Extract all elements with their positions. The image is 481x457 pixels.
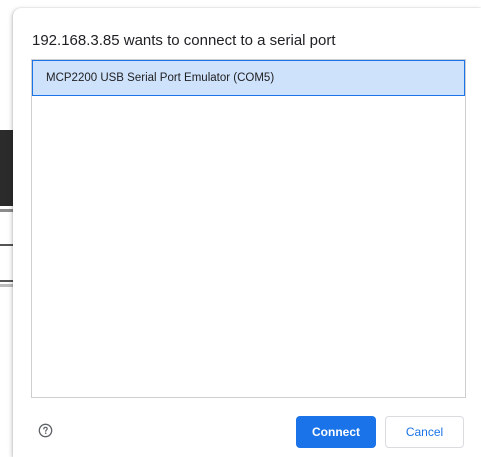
- serial-port-list[interactable]: MCP2200 USB Serial Port Emulator (COM5): [31, 59, 466, 398]
- help-circle-icon: [38, 423, 52, 437]
- screen: 192.168.3.85 wants to connect to a seria…: [0, 0, 481, 457]
- dialog-title: 192.168.3.85 wants to connect to a seria…: [32, 32, 336, 49]
- cancel-button[interactable]: Cancel: [385, 416, 464, 448]
- help-icon[interactable]: [37, 422, 53, 438]
- background-divider: [0, 209, 14, 212]
- background-divider: [0, 244, 14, 246]
- connect-button[interactable]: Connect: [296, 416, 376, 448]
- background-divider: [0, 280, 14, 282]
- serial-port-option[interactable]: MCP2200 USB Serial Port Emulator (COM5): [32, 60, 465, 96]
- background-divider: [0, 284, 14, 287]
- background-page-fragment: [0, 130, 14, 206]
- serial-port-option-label: MCP2200 USB Serial Port Emulator (COM5): [46, 72, 275, 84]
- serial-port-chooser-dialog: 192.168.3.85 wants to connect to a seria…: [13, 8, 481, 457]
